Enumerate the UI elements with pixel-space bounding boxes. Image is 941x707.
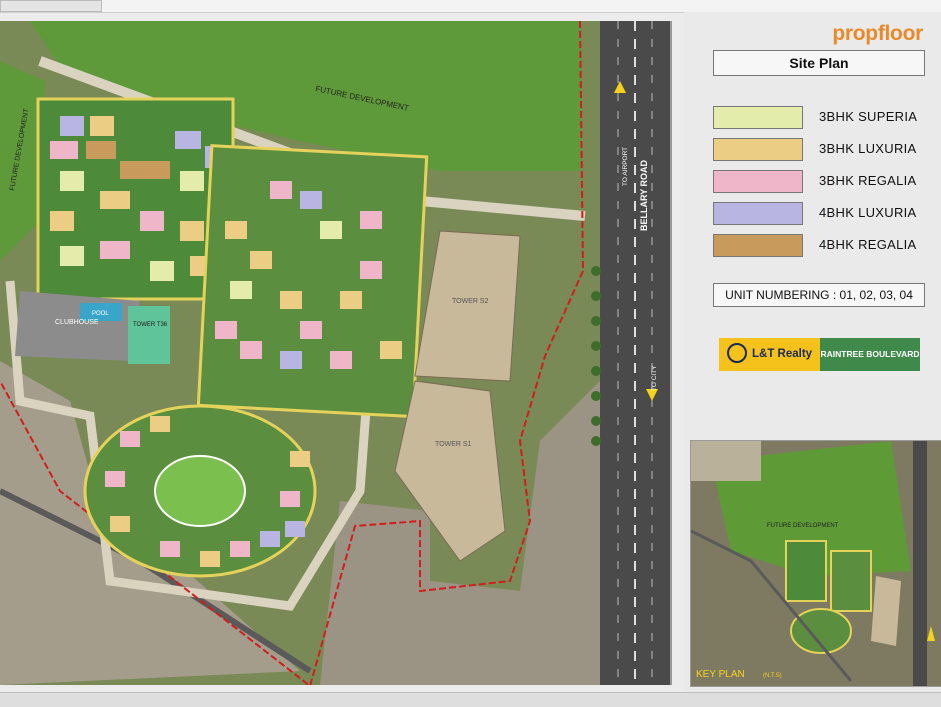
legend-label: 3BHK LUXURIA <box>819 141 917 156</box>
label-pool: POOL <box>92 311 109 317</box>
cricket-ground <box>154 455 246 527</box>
site-map[interactable]: FUTURE DEVELOPMENT FUTURE DEVELOPMENT BE… <box>0 21 672 685</box>
key-plan-label: KEY PLAN <box>696 669 745 680</box>
site-map-svg: FUTURE DEVELOPMENT FUTURE DEVELOPMENT BE… <box>0 21 670 685</box>
legend-item: 3BHK SUPERIA <box>713 106 933 138</box>
label-tower-s2: TOWER S2 <box>452 298 489 305</box>
legend-item: 3BHK LUXURIA <box>713 138 933 170</box>
clubhouse-building <box>15 291 140 361</box>
key-plan-road <box>913 441 927 686</box>
unit-type-legend: 3BHK SUPERIA 3BHK LUXURIA 3BHK REGALIA 4… <box>713 106 933 266</box>
legend-label: 3BHK REGALIA <box>819 173 917 188</box>
legend-item: 4BHK REGALIA <box>713 234 933 266</box>
legend-swatch <box>713 202 803 225</box>
legend-label: 4BHK LUXURIA <box>819 205 917 220</box>
key-plan-nts: (N.T.S) <box>763 673 782 679</box>
label-tower-t36: TOWER T36 <box>133 322 168 328</box>
lt-realty-logo: L&T Realty <box>719 338 820 371</box>
label-to-city: TO CITY <box>651 365 658 391</box>
brand-logo[interactable]: propfloor <box>832 22 923 46</box>
unit-numbering: UNIT NUMBERING : 01, 02, 03, 04 <box>713 283 925 307</box>
legend-swatch <box>713 170 803 193</box>
legend-label: 4BHK REGALIA <box>819 237 917 252</box>
key-plan-map[interactable]: FUTURE DEVELOPMENT KEY PLAN (N.T.S) <box>690 440 941 687</box>
lt-logo-icon <box>727 342 747 363</box>
legend-item: 4BHK LUXURIA <box>713 202 933 234</box>
top-tab <box>0 0 102 12</box>
legend-swatch <box>713 234 803 257</box>
legend-swatch <box>713 138 803 161</box>
label-bellary-road: BELLARY ROAD <box>639 159 649 231</box>
lt-logo-text: L&T Realty <box>752 348 813 360</box>
panel-title: Site Plan <box>713 50 925 76</box>
legend-label: 3BHK SUPERIA <box>819 109 918 124</box>
label-clubhouse: CLUBHOUSE <box>55 319 99 326</box>
bottom-bar <box>0 692 941 707</box>
tower-t36 <box>128 306 170 364</box>
label-to-airport: TO AIRPORT <box>622 147 629 186</box>
label-tower-s1: TOWER S1 <box>435 441 472 448</box>
key-plan-future-label: FUTURE DEVELOPMENT <box>767 523 839 529</box>
legend-item: 3BHK REGALIA <box>713 170 933 202</box>
key-plan-svg: FUTURE DEVELOPMENT KEY PLAN (N.T.S) <box>691 441 941 686</box>
legend-swatch <box>713 106 803 129</box>
raintree-logo: RAINTREE BOULEVARD <box>820 338 920 371</box>
